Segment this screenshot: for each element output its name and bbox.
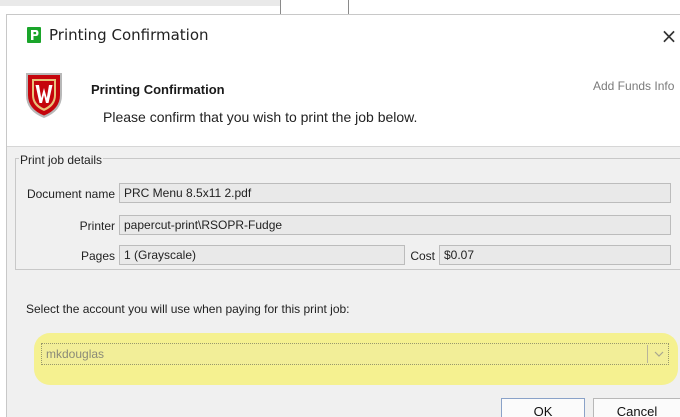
- pages-field: 1 (Grayscale): [119, 245, 405, 265]
- chevron-down-icon[interactable]: [650, 345, 668, 363]
- printer-field: papercut-print\RSOPR-Fudge: [119, 215, 671, 235]
- select-divider: [647, 345, 648, 363]
- document-name-field: PRC Menu 8.5x11 2.pdf: [119, 183, 671, 203]
- printing-confirmation-dialog: Printing Confirmation × Printing Confirm…: [6, 14, 680, 417]
- add-funds-info-link[interactable]: Add Funds Info: [593, 79, 674, 93]
- header-title: Printing Confirmation: [91, 82, 225, 97]
- header-subtitle: Please confirm that you wish to print th…: [103, 109, 418, 125]
- document-name-label: Document name: [26, 187, 115, 201]
- cost-field: $0.07: [439, 245, 671, 265]
- account-select[interactable]: mkdouglas: [41, 343, 669, 365]
- background-divider: [280, 0, 281, 14]
- close-button[interactable]: ×: [657, 21, 680, 51]
- cost-label: Cost: [410, 249, 435, 263]
- papercut-p-icon: [27, 27, 41, 43]
- account-prompt: Select the account you will use when pay…: [26, 302, 350, 316]
- cancel-button[interactable]: Cancel: [593, 398, 680, 417]
- dialog-header: Printing Confirmation Please confirm tha…: [7, 57, 680, 147]
- printer-label: Printer: [79, 219, 115, 233]
- title-bar: Printing Confirmation ×: [7, 15, 680, 57]
- pages-label: Pages: [80, 249, 115, 263]
- uw-crest-logo: [26, 73, 62, 118]
- background-divider: [348, 0, 349, 14]
- window-title: Printing Confirmation: [49, 26, 209, 44]
- print-job-details-legend: Print job details: [19, 153, 104, 167]
- background-window-strip: [0, 0, 280, 6]
- ok-button[interactable]: OK: [501, 398, 585, 417]
